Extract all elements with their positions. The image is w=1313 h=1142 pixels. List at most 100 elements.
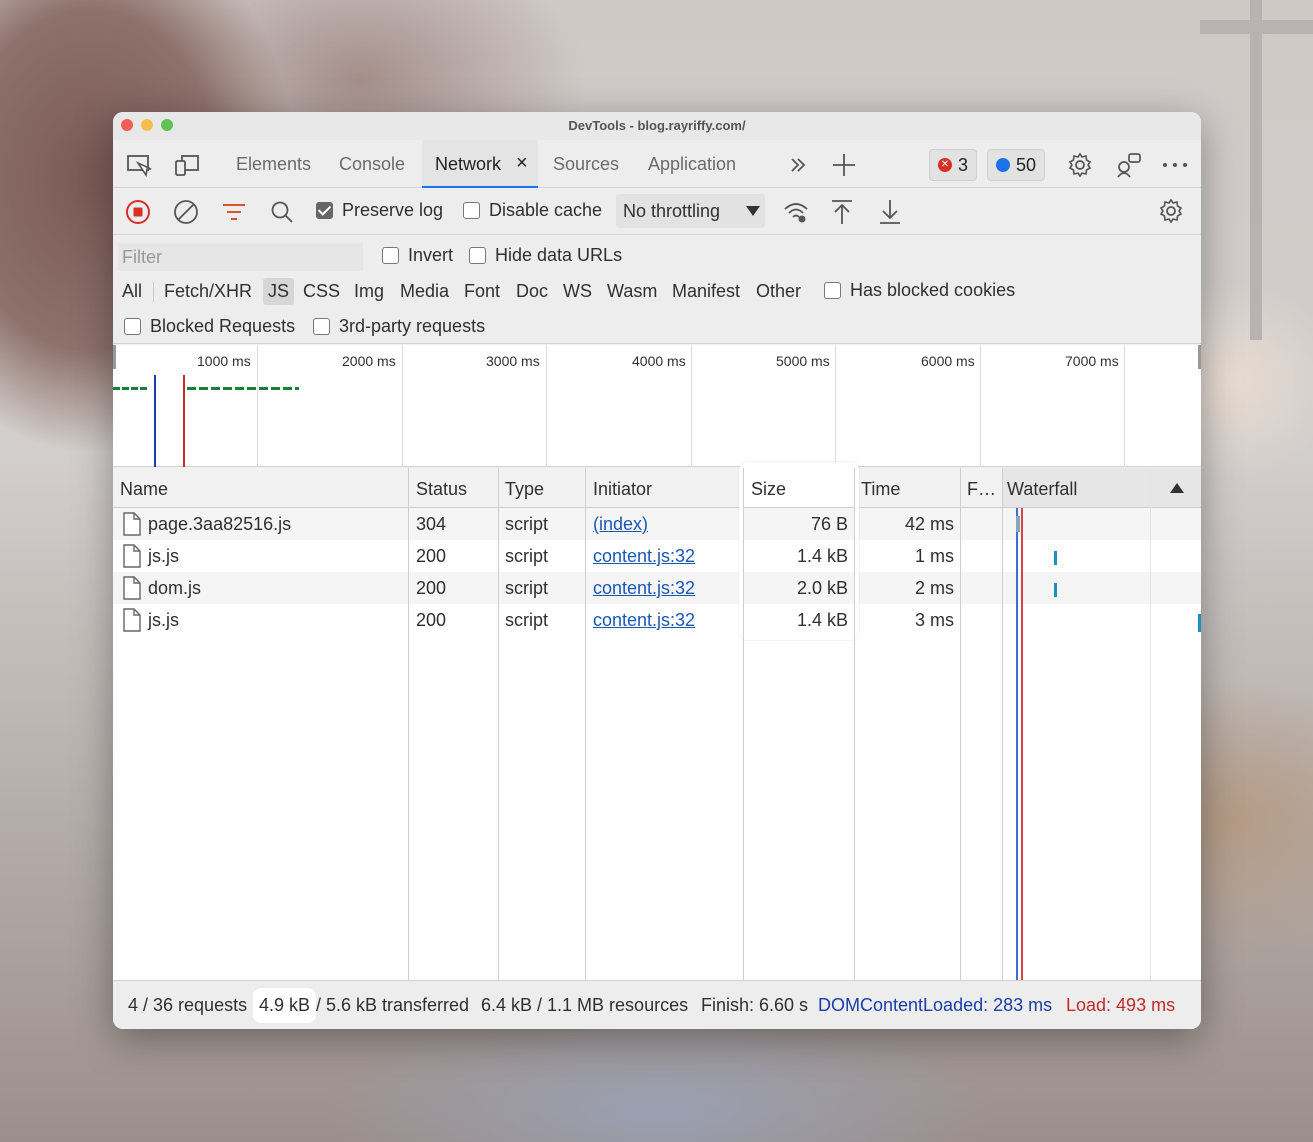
type-filter-ws[interactable]: WS — [563, 281, 592, 302]
network-overview-timeline[interactable]: 1000 ms 2000 ms 3000 ms 4000 ms 5000 ms … — [113, 345, 1201, 467]
overview-left-handle[interactable] — [113, 345, 116, 369]
filter-input[interactable]: Filter — [118, 243, 363, 271]
type-filter-wasm[interactable]: Wasm — [607, 281, 657, 302]
background-window-frame — [1250, 0, 1262, 340]
column-divider[interactable] — [408, 468, 409, 980]
size-column-left-border — [743, 468, 744, 640]
tab-sources[interactable]: Sources — [553, 154, 619, 175]
column-header-fulfilled[interactable]: F… — [967, 479, 996, 500]
tab-elements[interactable]: Elements — [236, 154, 311, 175]
clear-icon[interactable] — [173, 199, 199, 225]
cell-name: page.3aa82516.js — [148, 514, 292, 534]
cell-initiator[interactable]: content.js:32 — [593, 578, 695, 599]
column-header-waterfall[interactable]: Waterfall — [1002, 468, 1201, 507]
blocked-requests-checkbox[interactable]: Blocked Requests — [124, 316, 295, 337]
invert-check-icon[interactable] — [382, 247, 399, 264]
cell-name: js.js — [148, 546, 179, 566]
column-divider[interactable] — [498, 468, 499, 980]
type-filter-media[interactable]: Media — [400, 281, 449, 302]
tick-label: 5000 ms — [776, 353, 830, 369]
type-filter-doc[interactable]: Doc — [516, 281, 548, 302]
sort-ascending-icon — [1170, 483, 1184, 493]
device-toolbar-icon[interactable] — [173, 152, 201, 178]
disable-cache-checkbox[interactable]: Disable cache — [463, 200, 602, 221]
more-options-icon[interactable] — [1161, 151, 1189, 179]
import-har-upload-icon[interactable] — [829, 199, 855, 225]
type-filter-css[interactable]: CSS — [303, 281, 340, 302]
hide-data-urls-checkbox[interactable]: Hide data URLs — [469, 245, 622, 266]
column-header-size[interactable]: Size — [751, 479, 786, 500]
type-filter-js[interactable]: JS — [263, 278, 295, 305]
transferred-highlight: 4.9 kB — [253, 988, 317, 1023]
overview-right-handle[interactable] — [1198, 345, 1201, 369]
type-filter-all[interactable]: All — [122, 281, 142, 302]
record-stop-icon[interactable] — [125, 199, 151, 225]
type-filter-other[interactable]: Other — [756, 281, 801, 302]
network-conditions-icon[interactable] — [783, 199, 809, 225]
cell-status: 304 — [416, 514, 447, 534]
resources-size: 6.4 kB / 1.1 MB resources — [481, 995, 689, 1015]
more-tabs-chevron-icon[interactable] — [785, 152, 811, 178]
add-tab-plus-icon[interactable] — [831, 152, 857, 178]
hide-data-urls-check-icon[interactable] — [469, 247, 486, 264]
network-settings-gear-icon[interactable] — [1157, 197, 1185, 225]
cell-time: 42 ms — [904, 514, 954, 534]
filter-icon[interactable] — [221, 199, 247, 225]
overview-dcl-marker — [154, 375, 156, 467]
waterfall-dcl-line — [1016, 508, 1018, 980]
type-filter-img[interactable]: Img — [354, 281, 384, 302]
tab-network[interactable]: Network × — [422, 140, 538, 188]
window-title: DevTools - blog.rayriffy.com/ — [568, 118, 746, 133]
network-toolbar: Preserve log Disable cache No throttling — [113, 189, 1201, 235]
type-filter-fetch-xhr[interactable]: Fetch/XHR — [164, 281, 252, 302]
column-header-time[interactable]: Time — [861, 479, 900, 500]
close-tab-icon[interactable]: × — [516, 152, 528, 175]
cell-status: 200 — [416, 578, 447, 598]
tab-console[interactable]: Console — [339, 154, 405, 175]
third-party-requests-checkbox[interactable]: 3rd-party requests — [313, 316, 485, 337]
has-blocked-cookies-check-icon[interactable] — [824, 282, 841, 299]
column-header-status[interactable]: Status — [416, 479, 467, 500]
cell-status: 200 — [416, 546, 447, 566]
inspect-element-icon[interactable] — [125, 152, 153, 178]
tick-label: 1000 ms — [197, 353, 251, 369]
column-header-type[interactable]: Type — [505, 479, 544, 500]
cell-initiator[interactable]: content.js:32 — [593, 546, 695, 567]
column-header-initiator[interactable]: Initiator — [593, 479, 652, 500]
dropdown-arrow-icon — [746, 206, 760, 216]
cell-initiator[interactable]: (index) — [593, 514, 648, 535]
settings-gear-icon[interactable] — [1066, 151, 1094, 179]
messages-badge[interactable]: 50 — [987, 149, 1046, 181]
file-icon — [123, 576, 141, 600]
transferred-total: / 5.6 kB transferred — [316, 995, 470, 1015]
third-party-check-icon[interactable] — [313, 318, 330, 335]
feedback-icon[interactable] — [1115, 151, 1143, 179]
cell-type: script — [505, 610, 549, 630]
invert-checkbox[interactable]: Invert — [382, 245, 453, 266]
column-divider[interactable] — [1002, 468, 1003, 980]
overview-activity-bar — [113, 387, 149, 390]
has-blocked-cookies-label: Has blocked cookies — [850, 280, 1016, 300]
preserve-log-check-icon[interactable] — [316, 202, 333, 219]
blocked-requests-check-icon[interactable] — [124, 318, 141, 335]
file-icon — [123, 608, 141, 632]
has-blocked-cookies-checkbox[interactable]: Has blocked cookies — [824, 280, 1015, 301]
tab-application[interactable]: Application — [648, 154, 736, 175]
disable-cache-check-icon[interactable] — [463, 202, 480, 219]
export-har-download-icon[interactable] — [877, 199, 903, 225]
column-header-name[interactable]: Name — [120, 479, 168, 500]
load-time: Load: 493 ms — [1066, 995, 1176, 1015]
type-filter-font[interactable]: Font — [464, 281, 500, 302]
type-filter-manifest[interactable]: Manifest — [672, 281, 740, 302]
search-icon[interactable] — [269, 199, 295, 225]
tab-network-label: Network — [435, 154, 502, 174]
cell-initiator[interactable]: content.js:32 — [593, 610, 695, 631]
column-divider[interactable] — [585, 468, 586, 980]
throttling-select[interactable]: No throttling — [616, 194, 765, 228]
devtools-window: DevTools - blog.rayriffy.com/ Elements C… — [113, 112, 1201, 1029]
column-divider[interactable] — [960, 468, 961, 980]
cell-status: 200 — [416, 610, 447, 630]
preserve-log-checkbox[interactable]: Preserve log — [316, 200, 443, 221]
errors-badge[interactable]: ✕ 3 — [929, 149, 978, 181]
grid-line — [257, 345, 258, 467]
